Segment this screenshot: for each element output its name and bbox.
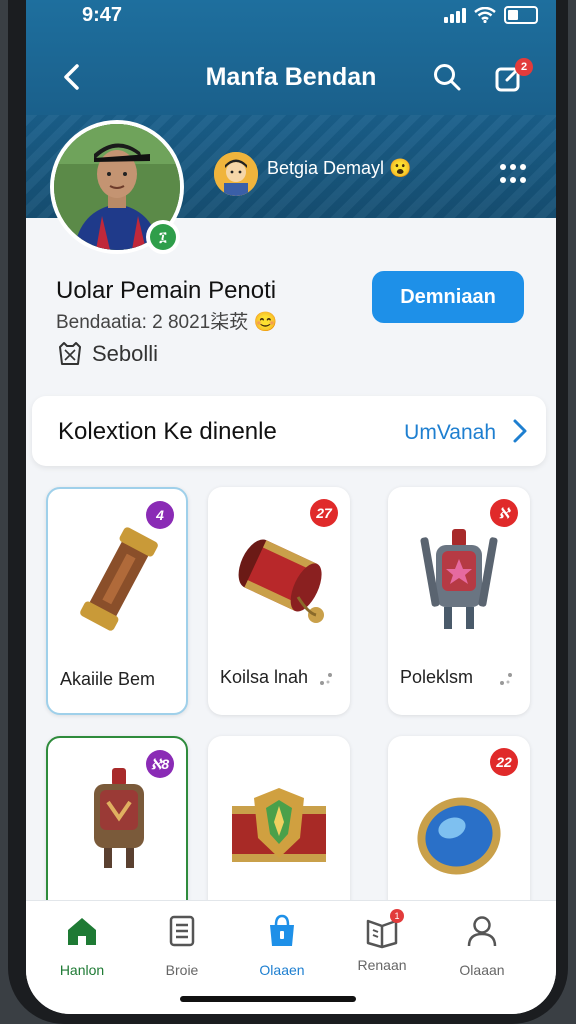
- item-count-badge: ℵ: [490, 499, 518, 527]
- tab-label: Hanlon: [59, 962, 105, 978]
- page-title: Manfa Bendan: [205, 63, 377, 91]
- collection-item[interactable]: 4 Akaiile Bem: [46, 487, 188, 715]
- search-icon[interactable]: [432, 62, 462, 92]
- gem-amulet-item-icon: [417, 797, 501, 875]
- bracer-item-icon: [238, 539, 324, 623]
- armor-backpack-item-icon: [94, 768, 144, 868]
- jersey-icon: [59, 342, 81, 365]
- home-icon: [68, 918, 96, 945]
- sparkle-icon: [320, 673, 332, 685]
- item-count-badge: 22: [490, 748, 518, 776]
- status-time: 9:47: [82, 4, 123, 26]
- notification-badge: 2: [515, 58, 533, 76]
- more-options-icon[interactable]: [498, 160, 528, 188]
- verified-badge: ፲: [146, 220, 180, 254]
- verified-badge-label: ፲: [150, 224, 176, 250]
- smile-emoji-icon: 😊: [253, 312, 278, 333]
- profile-status: Sebolli: [56, 340, 158, 368]
- shopping-bag-icon: [270, 914, 294, 946]
- friend-avatar[interactable]: [214, 152, 258, 196]
- item-count-badge: 27: [310, 499, 338, 527]
- sparkle-icon: [500, 673, 512, 685]
- user-icon: [467, 916, 497, 947]
- tab-browse[interactable]: Broie: [132, 913, 232, 978]
- document-icon: [169, 915, 195, 947]
- view-all-link[interactable]: UmVanah: [404, 421, 496, 445]
- tab-label: Olaaen: [259, 962, 305, 978]
- tab-label: Broie: [165, 962, 199, 978]
- profile-status-label: Sebolli: [92, 341, 159, 366]
- item-count-badge: ℵ8: [146, 750, 174, 778]
- rewards-icon-wrap: 1: [364, 909, 404, 949]
- surprised-emoji-icon: 😮: [389, 158, 412, 178]
- collection-title: Kolextion Ke dinenle: [58, 418, 277, 445]
- tab-collection[interactable]: Olaaen: [232, 913, 332, 978]
- profile-name: Uolar Pemain Penoti: [56, 277, 277, 304]
- home-indicator[interactable]: [180, 996, 356, 1002]
- shield-belt-item-icon: [232, 788, 326, 862]
- scroll-item-icon: [80, 527, 158, 631]
- tab-label: Renaan: [357, 957, 407, 973]
- chevron-right-icon[interactable]: [510, 417, 530, 445]
- collection-item[interactable]: ℵ Poleklsm: [388, 487, 530, 715]
- tab-rewards[interactable]: 1 Renaan: [332, 909, 432, 973]
- tab-label: Olaaan: [459, 962, 505, 978]
- item-name: Poleklsm: [400, 667, 474, 687]
- primary-action-button[interactable]: Demniaan: [372, 271, 524, 323]
- backpack-item-icon: [420, 529, 498, 629]
- profile-meta: Bendaatia: 2 8021柒莰 😊: [56, 312, 278, 333]
- tab-notification-badge: 1: [390, 909, 404, 923]
- collection-item[interactable]: 27 Koilsa lnah: [208, 487, 350, 715]
- tab-profile[interactable]: Olaaan: [432, 913, 532, 978]
- signal-icon: [444, 7, 466, 23]
- tab-home[interactable]: Hanlon: [32, 913, 132, 978]
- app-screen: 9:47 Manfa Bendan 2 Betgia Demayl 😮 ፲ Uo…: [26, 0, 556, 1014]
- collection-header: Kolextion Ke dinenle UmVanah: [32, 396, 546, 466]
- item-count-badge: 4: [146, 501, 174, 529]
- battery-icon: [504, 6, 538, 24]
- wifi-icon: [474, 7, 496, 23]
- friend-name[interactable]: Betgia Demayl 😮: [267, 158, 412, 179]
- status-icons: [444, 6, 538, 24]
- friend-face-icon: [214, 152, 258, 196]
- item-name: Koilsa lnah: [220, 667, 309, 687]
- item-name: Akaiile Bem: [60, 669, 156, 689]
